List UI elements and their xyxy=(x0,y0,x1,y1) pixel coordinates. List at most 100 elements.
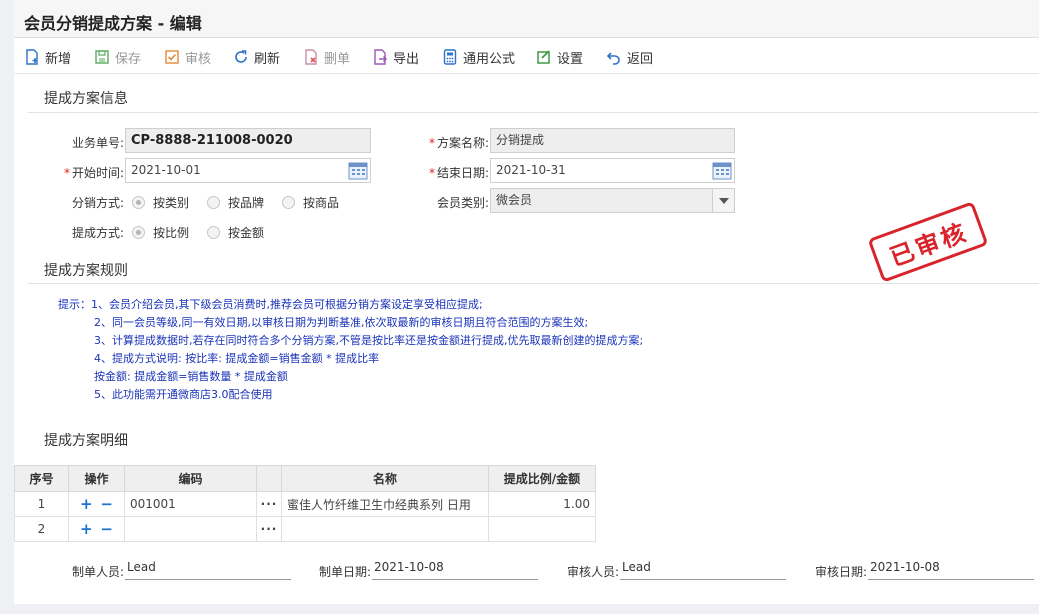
row-code[interactable]: 001001 xyxy=(124,491,257,517)
settings-icon xyxy=(537,50,550,64)
divider xyxy=(28,112,1039,113)
rule-line: 按金额: 提成金额=销售数量 * 提成金额 xyxy=(94,370,288,383)
radio-label: 按比例 xyxy=(153,226,190,240)
export-button-label: 导出 xyxy=(393,51,420,67)
radio-circle xyxy=(207,226,221,239)
end-date-value: 2021-10-31 xyxy=(496,163,566,177)
radio-circle xyxy=(132,196,145,209)
audit-date-value: 2021-10-08 xyxy=(868,560,1034,580)
add-row-icon[interactable]: + xyxy=(80,495,93,513)
radio-circle xyxy=(207,196,221,209)
save-button-label: 保存 xyxy=(115,51,142,67)
page-title: 会员分销提成方案 - 编辑 xyxy=(24,14,202,33)
remove-row-icon[interactable]: − xyxy=(100,520,113,538)
info-section-title: 提成方案信息 xyxy=(44,91,128,107)
chevron-down-icon[interactable] xyxy=(712,189,734,212)
settings-button[interactable]: 设置 xyxy=(536,47,583,67)
table-row[interactable]: 1 + − 001001 ··· 蜜佳人竹纤维卫生巾经典系列 日用 1.00 xyxy=(14,491,596,517)
row-name xyxy=(281,516,489,542)
maker-value: Lead xyxy=(125,560,291,580)
toolbar: 新增 保存 审核 刷新 删单 导出 通用公式 设置 返回 xyxy=(14,38,1039,74)
delete-button-label: 删单 xyxy=(324,51,351,67)
rule-line: 3、计算提成数据时,若存在同时符合多个分销方案,不管是按比率还是按金额进行提成,… xyxy=(94,334,644,347)
refresh-button[interactable]: 刷新 xyxy=(233,47,280,67)
back-button[interactable]: 返回 xyxy=(606,47,653,67)
delete-button[interactable]: 删单 xyxy=(303,47,350,67)
radio-by-category[interactable]: 按类别 xyxy=(132,194,189,211)
row-name: 蜜佳人竹纤维卫生巾经典系列 日用 xyxy=(281,491,489,517)
col-header-name: 名称 xyxy=(281,465,489,492)
row-value[interactable] xyxy=(488,516,596,542)
rule-line: 5、此功能需开通微商店3.0配合使用 xyxy=(94,388,273,401)
audit-button-label: 审核 xyxy=(185,51,212,67)
delete-doc-icon xyxy=(305,49,317,65)
radio-by-product[interactable]: 按商品 xyxy=(282,194,339,211)
formula-button-label: 通用公式 xyxy=(463,51,516,67)
row-no: 1 xyxy=(14,491,69,517)
row-no: 2 xyxy=(14,516,69,542)
comm-mode-label: 提成方式: xyxy=(71,226,124,240)
save-icon xyxy=(95,50,109,64)
new-button[interactable]: 新增 xyxy=(24,47,71,67)
member-type-value: 微会员 xyxy=(496,193,533,207)
auditor-value: Lead xyxy=(620,560,786,580)
make-date-label: 制单日期: xyxy=(319,565,372,579)
row-code[interactable] xyxy=(124,516,257,542)
row-ops: + − xyxy=(68,516,125,542)
col-header-code: 编码 xyxy=(124,465,257,492)
more-icon[interactable]: ··· xyxy=(256,516,282,542)
auditor-label: 审核人员: xyxy=(567,565,620,579)
title-bar: 会员分销提成方案 - 编辑 xyxy=(14,0,1039,38)
maker-label: 制单人员: xyxy=(72,565,125,579)
table-row[interactable]: 2 + − ··· xyxy=(14,516,596,542)
doc-no-label: 业务单号: xyxy=(71,136,124,150)
row-value[interactable]: 1.00 xyxy=(488,491,596,517)
make-date-value: 2021-10-08 xyxy=(372,560,538,580)
comm-mode-radio-group: 按比例 按金额 xyxy=(132,224,282,241)
rule-line: 提示：1、会员介绍会员,其下级会员消费时,推荐会员可根据分销方案设定享受相应提成… xyxy=(58,298,483,311)
calendar-icon[interactable] xyxy=(348,161,368,180)
start-date-value: 2021-10-01 xyxy=(131,163,201,177)
refresh-button-label: 刷新 xyxy=(254,51,281,67)
formula-button[interactable]: 通用公式 xyxy=(442,47,515,67)
refresh-icon xyxy=(235,50,247,63)
rules-section-title: 提成方案规则 xyxy=(44,263,128,279)
dist-mode-radio-group: 按类别 按品牌 按商品 xyxy=(132,194,357,211)
save-button[interactable]: 保存 xyxy=(94,47,141,67)
start-date-label: * 开始时间: xyxy=(63,166,124,180)
calendar-icon[interactable] xyxy=(712,161,732,180)
plan-name-label: * 方案名称: xyxy=(428,136,489,150)
start-date-field[interactable]: 2021-10-01 xyxy=(125,158,371,183)
radio-label: 按类别 xyxy=(153,196,190,210)
radio-by-brand[interactable]: 按品牌 xyxy=(207,194,264,211)
detail-section-title: 提成方案明细 xyxy=(44,433,128,449)
radio-by-amount[interactable]: 按金额 xyxy=(207,224,264,241)
new-button-label: 新增 xyxy=(45,51,72,67)
radio-label: 按品牌 xyxy=(228,196,265,210)
plan-name-field[interactable]: 分销提成 xyxy=(490,128,735,153)
more-icon[interactable]: ··· xyxy=(256,491,282,517)
col-header-value: 提成比例/金额 xyxy=(488,465,596,492)
col-header-no: 序号 xyxy=(14,465,69,492)
export-button[interactable]: 导出 xyxy=(372,47,419,67)
col-header-ops: 操作 xyxy=(68,465,125,492)
radio-label: 按商品 xyxy=(303,196,340,210)
audit-date-label: 审核日期: xyxy=(815,565,868,579)
doc-no-field[interactable]: CP-8888-211008-0020 xyxy=(125,128,371,153)
rule-line: 4、提成方式说明: 按比率: 提成金额=销售金额 * 提成比率 xyxy=(94,352,380,365)
end-date-field[interactable]: 2021-10-31 xyxy=(490,158,735,183)
member-type-select[interactable]: 微会员 xyxy=(490,188,735,213)
radio-by-ratio[interactable]: 按比例 xyxy=(132,224,189,241)
detail-table: 序号 操作 编码 名称 提成比例/金额 1 + − 001001 ··· 蜜佳人… xyxy=(14,465,596,542)
stamp-text: 已审核 xyxy=(886,217,972,272)
add-row-icon[interactable]: + xyxy=(80,520,93,538)
end-date-label: * 结束日期: xyxy=(428,166,489,180)
audit-button[interactable]: 审核 xyxy=(164,47,211,67)
settings-button-label: 设置 xyxy=(557,51,584,67)
export-icon xyxy=(374,49,388,65)
remove-row-icon[interactable]: − xyxy=(100,495,113,513)
radio-circle xyxy=(132,226,145,239)
radio-label: 按金额 xyxy=(228,226,265,240)
back-icon xyxy=(606,52,620,65)
col-header-spacer xyxy=(256,465,282,492)
